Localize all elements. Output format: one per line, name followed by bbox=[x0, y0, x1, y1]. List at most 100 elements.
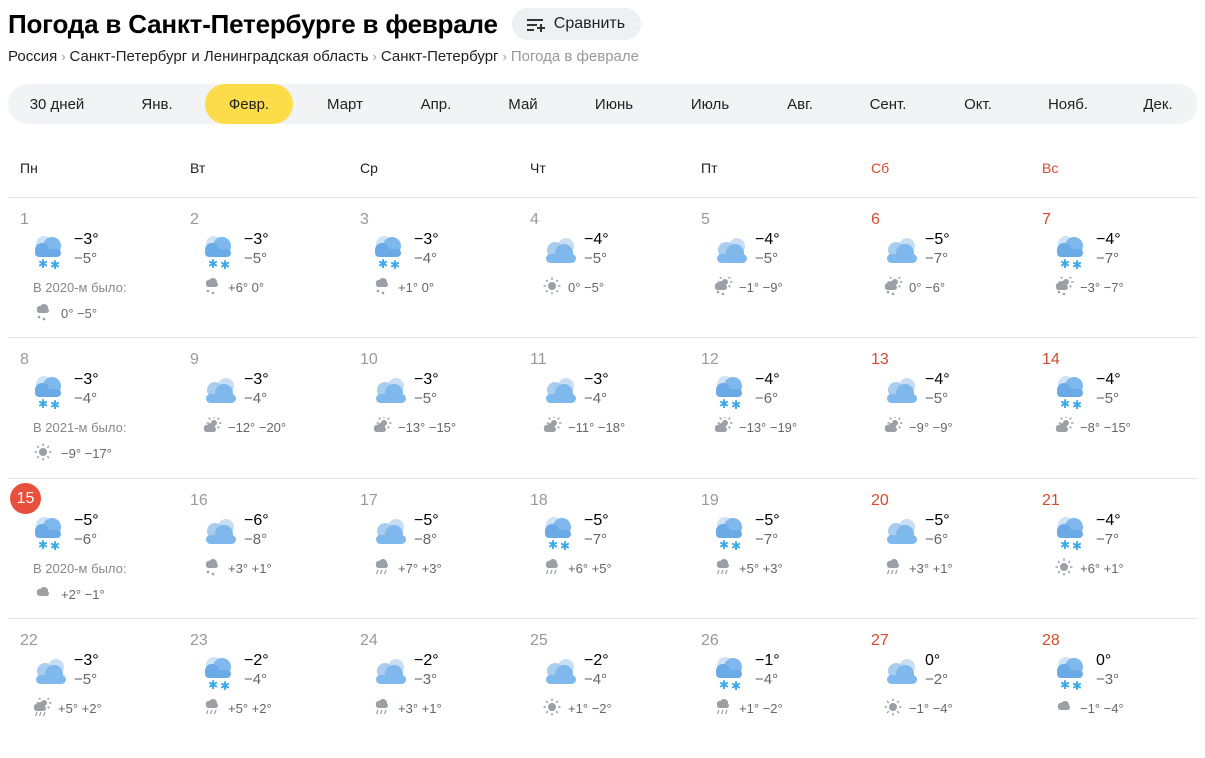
tab-january[interactable]: Янв. bbox=[116, 84, 198, 124]
day-cell[interactable]: 1 ✱ ✱ −3° −5° В 2020-м было: 0° −5° bbox=[8, 197, 178, 337]
day-cell[interactable]: 10 −3° −5° −13° −15° bbox=[348, 337, 518, 477]
breadcrumb-region[interactable]: Санкт-Петербург и Ленинградская область bbox=[70, 48, 369, 65]
cloud-snow-icon: ✱ ✱ bbox=[370, 235, 406, 276]
cloudy-icon bbox=[200, 375, 240, 416]
tab-june[interactable]: Июнь bbox=[572, 84, 656, 124]
day-cell[interactable]: 5 −4° −5° −1° −9° bbox=[689, 197, 859, 337]
day-cell[interactable]: 4 −4° −5° 0° −5° bbox=[518, 197, 688, 337]
svg-text:✱: ✱ bbox=[1072, 539, 1082, 552]
day-cell[interactable]: 26 ✱ ✱ −1° −4° +1° −2° bbox=[689, 618, 859, 758]
temp-max: −4° bbox=[1096, 371, 1121, 388]
tab-may[interactable]: Май bbox=[482, 84, 564, 124]
cloudy-icon bbox=[881, 235, 921, 276]
temp-max: −1° bbox=[755, 652, 780, 669]
svg-text:✱: ✱ bbox=[50, 539, 60, 552]
day-number: 20 bbox=[871, 492, 889, 509]
day-cell[interactable]: 28 ✱ ✱ 0° −3° −1° −4° bbox=[1030, 618, 1200, 758]
climate-norm: −1° −4° bbox=[883, 698, 953, 719]
day-cell[interactable]: 19 ✱ ✱ −5° −7° +5° +3° bbox=[689, 478, 859, 618]
svg-text:✱: ✱ bbox=[1072, 679, 1082, 692]
cloud-snow-icon: ✱ ✱ bbox=[200, 656, 236, 697]
temp-max: 0° bbox=[1096, 652, 1112, 669]
day-cell[interactable]: 23 ✱ ✱ −2° −4° +5° +2° bbox=[178, 618, 348, 758]
cloud-small-icon bbox=[33, 584, 61, 605]
day-cell[interactable]: 25 −2° −4° +1° −2° bbox=[518, 618, 688, 758]
day-number-today: 15 bbox=[10, 483, 41, 514]
compare-button[interactable]: Сравнить bbox=[511, 8, 642, 40]
history-temps: −9° −17° bbox=[61, 446, 112, 461]
day-cell[interactable]: 20 −5° −6° +3° +1° bbox=[859, 478, 1029, 618]
weekday-label: Чт bbox=[530, 160, 546, 176]
norm-temps: −1° −4° bbox=[909, 701, 953, 716]
tab-april[interactable]: Апр. bbox=[394, 84, 478, 124]
climate-norm: −11° −18° bbox=[542, 415, 625, 438]
day-number: 3 bbox=[360, 211, 369, 228]
day-number: 19 bbox=[701, 492, 719, 509]
day-number: 12 bbox=[701, 351, 719, 368]
svg-text:✱: ✱ bbox=[208, 257, 218, 271]
day-cell[interactable]: 22 −3° −5° +5° +2° bbox=[8, 618, 178, 758]
day-cell[interactable]: 15 ✱ ✱ −5° −6° В 2020-м было: +2° −1° bbox=[8, 478, 178, 618]
temp-min: −3° bbox=[1096, 671, 1120, 688]
day-cell[interactable]: 3 ✱ ✱ −3° −4° +1° 0° bbox=[348, 197, 518, 337]
weekday-label: Вс bbox=[1042, 160, 1059, 176]
day-cell[interactable]: 18 ✱ ✱ −5° −7° +6° +5° bbox=[518, 478, 688, 618]
weekday-label: Сб bbox=[871, 160, 890, 176]
day-cell[interactable]: 16 −6° −8° +3° +1° bbox=[178, 478, 348, 618]
day-number: 21 bbox=[1042, 492, 1060, 509]
norm-temps: −3° −7° bbox=[1080, 280, 1124, 295]
cloud-snow-icon: ✱ ✱ bbox=[30, 235, 66, 276]
norm-temps: +3° +1° bbox=[228, 561, 272, 576]
day-cell[interactable]: 13 −4° −5° −9° −9° bbox=[859, 337, 1029, 477]
svg-text:✱: ✱ bbox=[38, 257, 48, 271]
tab-october[interactable]: Окт. bbox=[936, 84, 1020, 124]
day-cell[interactable]: 6 −5° −7° 0° −6° bbox=[859, 197, 1029, 337]
day-cell[interactable]: 12 ✱ ✱ −4° −6° −13° −19° bbox=[689, 337, 859, 477]
day-cell[interactable]: 14 ✱ ✱ −4° −5° −8° −15° bbox=[1030, 337, 1200, 477]
sun-small-icon bbox=[1054, 558, 1080, 579]
svg-text:✱: ✱ bbox=[719, 538, 729, 552]
tab-30-days[interactable]: 30 дней bbox=[8, 84, 106, 124]
norm-temps: +3° +1° bbox=[909, 561, 953, 576]
day-number: 22 bbox=[20, 632, 38, 649]
tab-july[interactable]: Июль bbox=[668, 84, 752, 124]
day-cell[interactable]: 9 −3° −4° −12° −20° bbox=[178, 337, 348, 477]
temp-min: −4° bbox=[244, 390, 268, 407]
day-cell[interactable]: 21 ✱ ✱ −4° −7° +6° +1° bbox=[1030, 478, 1200, 618]
svg-text:✱: ✱ bbox=[719, 397, 729, 411]
day-cell[interactable]: 17 −5° −8° +7° +3° bbox=[348, 478, 518, 618]
tab-december[interactable]: Дек. bbox=[1118, 84, 1198, 124]
tab-november[interactable]: Нояб. bbox=[1024, 84, 1112, 124]
cloudy-icon bbox=[881, 516, 921, 557]
day-number: 13 bbox=[871, 351, 889, 368]
norm-temps: −1° −4° bbox=[1080, 701, 1124, 716]
svg-text:✱: ✱ bbox=[378, 257, 388, 271]
cloud-snow-icon: ✱ ✱ bbox=[711, 516, 747, 557]
tab-august[interactable]: Авг. bbox=[758, 84, 842, 124]
tab-february[interactable]: Февр. bbox=[205, 84, 293, 124]
cloud-snow-icon: ✱ ✱ bbox=[1052, 656, 1088, 697]
sun-cloud-snow-small-icon bbox=[1054, 274, 1080, 298]
breadcrumb-city[interactable]: Санкт-Петербург bbox=[381, 48, 499, 65]
breadcrumb-russia[interactable]: Россия bbox=[8, 48, 57, 65]
history-weather: −9° −17° bbox=[33, 443, 112, 464]
sun-small-icon bbox=[33, 443, 61, 464]
svg-text:✱: ✱ bbox=[208, 678, 218, 692]
temp-max: −5° bbox=[925, 512, 950, 529]
temp-max: −2° bbox=[414, 652, 439, 669]
day-cell[interactable]: 7 ✱ ✱ −4° −7° −3° −7° bbox=[1030, 197, 1200, 337]
tab-march[interactable]: Март bbox=[304, 84, 386, 124]
tab-september[interactable]: Сент. bbox=[846, 84, 930, 124]
day-cell[interactable]: 2 ✱ ✱ −3° −5° +6° 0° bbox=[178, 197, 348, 337]
day-cell[interactable]: 24 −2° −3° +3° +1° bbox=[348, 618, 518, 758]
temp-min: −8° bbox=[244, 531, 268, 548]
temp-min: −4° bbox=[584, 671, 608, 688]
day-cell[interactable]: 27 0° −2° −1° −4° bbox=[859, 618, 1029, 758]
cloudy-icon bbox=[370, 656, 410, 697]
day-cell[interactable]: 8 ✱ ✱ −3° −4° В 2021-м было: −9° −17° bbox=[8, 337, 178, 477]
day-number: 23 bbox=[190, 632, 208, 649]
day-cell[interactable]: 11 −3° −4° −11° −18° bbox=[518, 337, 688, 477]
norm-temps: +5° +3° bbox=[739, 561, 783, 576]
norm-temps: +1° 0° bbox=[398, 280, 435, 295]
temp-min: −7° bbox=[1096, 250, 1120, 267]
